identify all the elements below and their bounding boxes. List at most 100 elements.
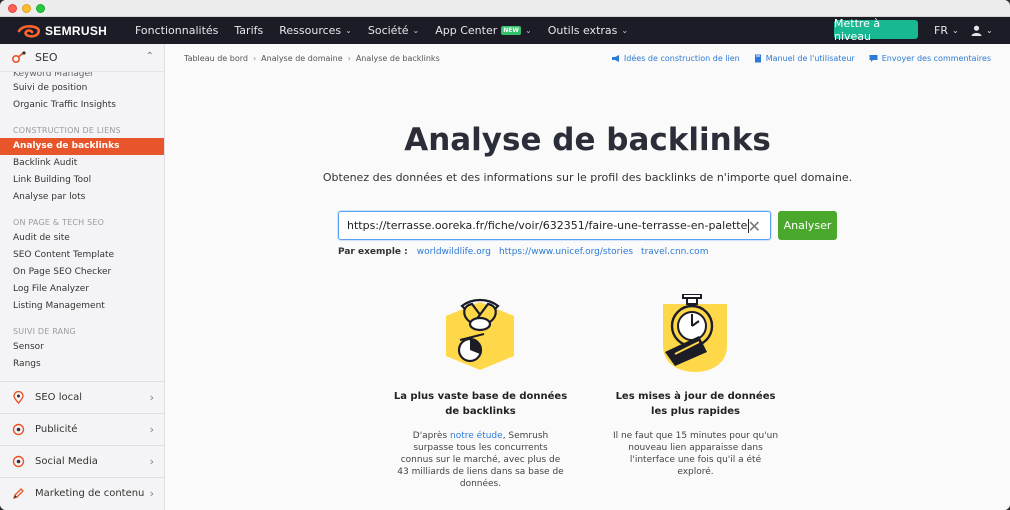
analyze-button[interactable]: Analyser: [778, 211, 837, 240]
feature-title-line: Les mises à jour de données: [615, 391, 776, 402]
user-menu[interactable]: ⌄: [971, 17, 993, 44]
nav-menu: Fonctionnalités Tarifs Ressources ⌄ Socié…: [135, 24, 644, 37]
feature-title: La plus vaste base de données de backlin…: [393, 389, 568, 419]
feature-title-line: La plus vaste base de données: [393, 391, 568, 402]
nav-item-outils-extras[interactable]: Outils extras ⌄: [548, 24, 628, 37]
chevron-up-icon[interactable]: ⌃: [146, 51, 154, 62]
chevron-down-icon: ⌄: [525, 26, 532, 35]
semrush-logo-icon: [17, 24, 40, 38]
chevron-down-icon: ⌄: [412, 26, 420, 35]
clear-icon[interactable]: ✕: [748, 217, 761, 236]
sidebar-group-social-media[interactable]: Social Media ›: [0, 445, 164, 477]
language-label: FR: [934, 24, 948, 37]
user-icon: [971, 25, 982, 36]
chevron-right-icon: ›: [149, 391, 154, 404]
sidebar-item-suivi-de-position[interactable]: Suivi de position: [0, 80, 164, 97]
sidebar-group-label: Marketing de contenu: [35, 488, 145, 499]
maximize-window-button[interactable]: [36, 4, 45, 13]
feature-desc-text: D'après: [412, 431, 448, 441]
example-link[interactable]: travel.cnn.com: [641, 247, 708, 257]
sidebar-item-keyword-manager[interactable]: Keyword Manager: [0, 72, 164, 80]
sidebar-item-on-page-seo-checker[interactable]: On Page SEO Checker: [0, 264, 164, 281]
minimize-window-button[interactable]: [22, 4, 31, 13]
nav-item-tarifs[interactable]: Tarifs: [234, 24, 263, 37]
nav-label: Ressources: [279, 24, 342, 37]
link-label: Envoyer des commentaires: [881, 54, 991, 63]
feature-description: Il ne faut que 15 minutes pour qu'un nou…: [608, 430, 783, 478]
link-idees-construction[interactable]: Idées de construction de lien: [611, 54, 740, 63]
link-envoyer-commentaires[interactable]: Envoyer des commentaires: [869, 54, 991, 63]
sidebar-section-title: SUIVI DE RANG: [13, 327, 76, 336]
link-manuel-utilisateur[interactable]: Manuel de l'utilisateur: [754, 54, 855, 63]
sidebar-item-seo-content-template[interactable]: SEO Content Template: [0, 247, 164, 264]
page-title: Analyse de backlinks: [404, 122, 771, 158]
sidebar-item-analyse-par-lots[interactable]: Analyse par lots: [0, 189, 164, 206]
feature-desc-line: D'après notre étude, Semrush: [393, 430, 568, 442]
sidebar-item-sensor[interactable]: Sensor: [0, 339, 164, 356]
nav-item-fonctionnalites[interactable]: Fonctionnalités: [135, 24, 218, 37]
target-icon: [12, 423, 25, 436]
feature-description: D'après notre étude, Semrush surpasse to…: [393, 430, 568, 490]
feature-desc-text: , Semrush: [502, 431, 549, 441]
semrush-logo[interactable]: SEMRUSH: [17, 24, 127, 38]
nav-label: App Center: [435, 24, 498, 37]
breadcrumb-separator: ›: [347, 54, 351, 63]
sidebar-group-seo-local[interactable]: SEO local ›: [0, 381, 164, 413]
feature-desc-line: nouveau lien apparaisse dans: [628, 443, 763, 453]
sidebar-item-audit-de-site[interactable]: Audit de site: [0, 230, 164, 247]
seo-icon: [12, 51, 26, 63]
sidebar-header-label: SEO: [35, 51, 58, 64]
sidebar-group-label: Social Media: [35, 456, 98, 467]
search-input-value: https://terrasse.ooreka.fr/fiche/voir/63…: [347, 219, 748, 232]
sidebar-header-seo[interactable]: SEO ⌃: [0, 44, 164, 72]
chevron-right-icon: ›: [149, 423, 154, 436]
feature-desc-line: surpasse tous les concurrents: [413, 443, 548, 453]
megaphone-icon: [611, 55, 619, 62]
examples-label: Par exemple :: [338, 247, 408, 257]
chevron-right-icon: ›: [149, 455, 154, 468]
breadcrumb-link-tableau-de-bord[interactable]: Tableau de bord: [184, 54, 248, 63]
notre-etude-link[interactable]: notre étude: [450, 431, 503, 441]
feature-desc-line: l'interface une fois qu'il a été: [629, 455, 762, 465]
sidebar-group-marketing-de-contenu[interactable]: Marketing de contenu ›: [0, 477, 164, 509]
brand-name: SEMRUSH: [45, 23, 108, 38]
close-window-button[interactable]: [8, 4, 17, 13]
sidebar-group-publicite[interactable]: Publicité ›: [0, 413, 164, 445]
nav-label: Société: [367, 24, 409, 37]
nav-label: Outils extras: [547, 24, 618, 37]
domain-search-input[interactable]: https://terrasse.ooreka.fr/fiche/voir/63…: [338, 211, 771, 240]
breadcrumb-link-analyse-de-domaine[interactable]: Analyse de domaine: [261, 54, 342, 63]
nav-item-societe[interactable]: Société ⌄: [368, 24, 419, 37]
chain-links-illustration: [446, 298, 514, 370]
feature-desc-line: connus sur le marché, avec plus de: [400, 455, 561, 465]
page-subtitle: Obtenez des données et des informations …: [322, 171, 853, 184]
sidebar: SEO ⌃ Keyword Manager Suivi de position …: [0, 44, 165, 510]
stopwatch-illustration: [663, 294, 727, 372]
link-label: Manuel de l'utilisateur: [765, 54, 855, 63]
examples-row: Par exemple : worldwildlife.org https://…: [338, 247, 716, 257]
breadcrumb: Tableau de bord › Analyse de domaine › A…: [184, 54, 440, 63]
feature-fast-updates: Les mises à jour de données les plus rap…: [608, 389, 783, 478]
sidebar-item-backlink-audit[interactable]: Backlink Audit: [0, 155, 164, 172]
language-selector[interactable]: FR ⌄: [934, 17, 959, 44]
map-pin-icon: [13, 391, 24, 404]
sidebar-item-rangs[interactable]: Rangs: [0, 356, 164, 373]
upgrade-button[interactable]: Mettre à niveau: [834, 17, 918, 43]
book-icon: [754, 54, 761, 63]
sidebar-item-listing-management[interactable]: Listing Management: [0, 298, 164, 315]
sidebar-item-link-building-tool[interactable]: Link Building Tool: [0, 172, 164, 189]
pencil-icon: [12, 488, 24, 500]
sidebar-item-log-file-analyzer[interactable]: Log File Analyzer: [0, 281, 164, 298]
nav-item-app-center[interactable]: App Center NEW ⌄: [435, 24, 531, 37]
nav-item-ressources[interactable]: Ressources ⌄: [279, 24, 352, 37]
sidebar-group-label: SEO local: [35, 392, 83, 403]
sidebar-item-analyse-de-backlinks[interactable]: Analyse de backlinks: [0, 138, 164, 155]
example-link[interactable]: worldwildlife.org: [417, 247, 491, 257]
nav-label: Tarifs: [234, 24, 264, 37]
sidebar-item-organic-traffic-insights[interactable]: Organic Traffic Insights: [0, 97, 164, 114]
example-link[interactable]: https://www.unicef.org/stories: [499, 247, 633, 257]
chevron-right-icon: ›: [149, 487, 154, 500]
top-navbar: SEMRUSH Fonctionnalités Tarifs Ressource…: [0, 17, 1010, 44]
main-content: Tableau de bord › Analyse de domaine › A…: [165, 44, 1010, 510]
